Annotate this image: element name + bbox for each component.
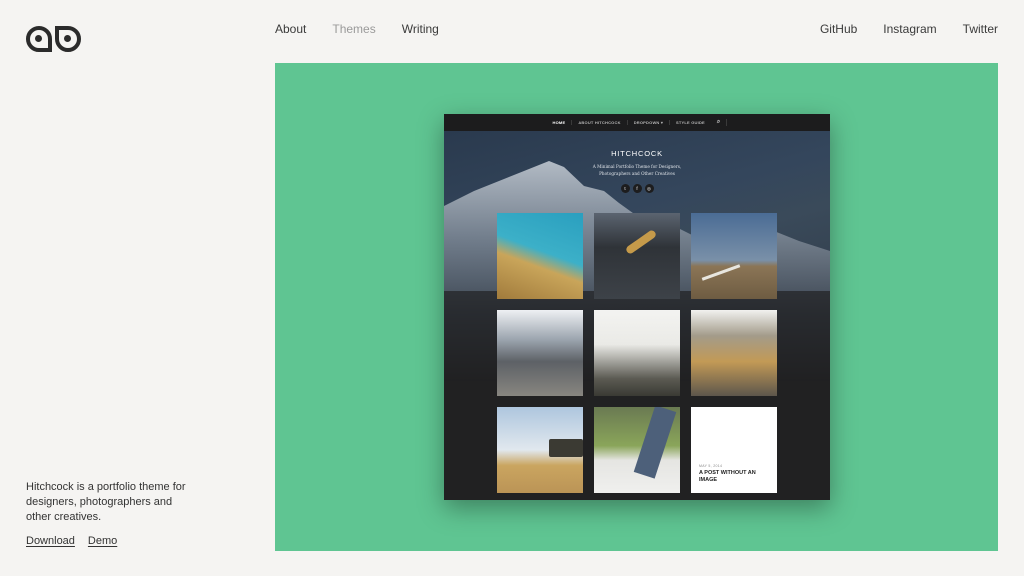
preview-nav-about: ABOUT HITCHCOCK bbox=[572, 120, 628, 125]
nav-instagram[interactable]: Instagram bbox=[883, 22, 936, 36]
theme-description: Hitchcock is a portfolio theme for desig… bbox=[26, 481, 186, 523]
preview-social-icons: t f ◎ bbox=[444, 184, 830, 193]
post-date: MAY 5, 2014 bbox=[699, 464, 723, 468]
theme-preview-panel: HOME ABOUT HITCHCOCK DROPDOWN ▾ STYLE GU… bbox=[275, 63, 998, 551]
theme-screenshot[interactable]: HOME ABOUT HITCHCOCK DROPDOWN ▾ STYLE GU… bbox=[444, 114, 830, 500]
main-nav: About Themes Writing bbox=[275, 22, 439, 36]
preview-nav-dropdown: DROPDOWN ▾ bbox=[628, 120, 671, 125]
post-title: A POST WITHOUT AN IMAGE bbox=[699, 470, 756, 483]
theme-links: Download Demo bbox=[26, 535, 117, 547]
preview-nav-style-guide: STYLE GUIDE bbox=[676, 120, 705, 125]
twitter-icon: t bbox=[620, 184, 630, 193]
preview-site-title: HITCHCOCK bbox=[611, 149, 663, 158]
logo-eye-left-icon bbox=[26, 26, 52, 52]
portfolio-tile-tv-dunes bbox=[497, 407, 583, 493]
subtitle-line-2: Photographers and Other Creatives bbox=[599, 170, 675, 176]
portfolio-tile-forest bbox=[594, 310, 680, 396]
preview-nav-home: HOME bbox=[547, 120, 573, 125]
preview-nav: HOME ABOUT HITCHCOCK DROPDOWN ▾ STYLE GU… bbox=[444, 114, 830, 131]
instagram-icon: ◎ bbox=[644, 184, 654, 193]
portfolio-tile-swimmer bbox=[594, 213, 680, 299]
preview-portfolio-grid: MAY 5, 2014 A POST WITHOUT AN IMAGE bbox=[497, 213, 777, 493]
portfolio-tile-walking bbox=[594, 407, 680, 493]
download-link[interactable]: Download bbox=[26, 535, 75, 547]
portfolio-tile-road bbox=[691, 213, 777, 299]
preview-site-subtitle: A Minimal Portfolio Theme for Designers,… bbox=[444, 164, 830, 177]
portfolio-tile-coastline bbox=[497, 213, 583, 299]
portfolio-tile-text-post: MAY 5, 2014 A POST WITHOUT AN IMAGE bbox=[691, 407, 777, 493]
social-nav: GitHub Instagram Twitter bbox=[820, 22, 998, 36]
site-logo[interactable] bbox=[26, 26, 84, 52]
portfolio-tile-skyscrapers bbox=[691, 310, 777, 396]
search-icon: ⌕ bbox=[711, 119, 728, 126]
nav-writing[interactable]: Writing bbox=[402, 22, 439, 36]
logo-eye-right-icon bbox=[55, 26, 81, 52]
demo-link[interactable]: Demo bbox=[88, 535, 117, 547]
portfolio-tile-city-skyline bbox=[497, 310, 583, 396]
nav-twitter[interactable]: Twitter bbox=[963, 22, 998, 36]
nav-themes[interactable]: Themes bbox=[332, 22, 375, 36]
nav-github[interactable]: GitHub bbox=[820, 22, 857, 36]
facebook-icon: f bbox=[632, 184, 642, 193]
nav-about[interactable]: About bbox=[275, 22, 306, 36]
